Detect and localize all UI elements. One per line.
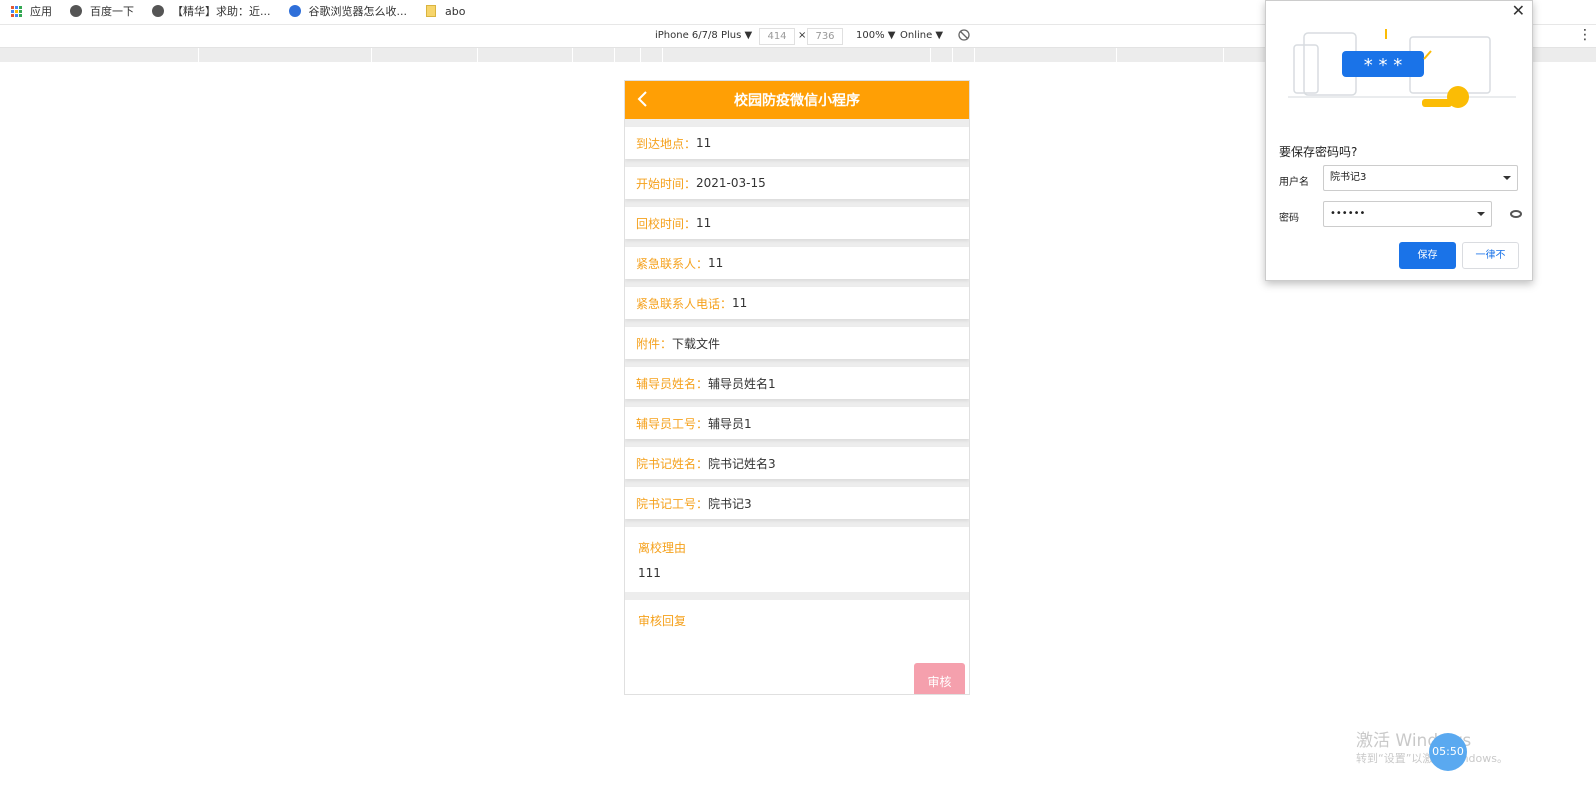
field-label: 到达地点：	[636, 136, 697, 151]
password-label: 密码	[1279, 213, 1299, 224]
chevron-left-icon[interactable]	[635, 89, 657, 111]
never-button[interactable]: 一律不	[1462, 242, 1519, 269]
bookmark-label: 谷歌浏览器怎么收...	[308, 5, 408, 18]
height-input[interactable]: 736	[807, 28, 843, 45]
chevron-down-icon[interactable]	[1477, 212, 1485, 216]
field-row: 紧急联系人： 11	[625, 247, 969, 279]
field-value: 院书记姓名3	[708, 456, 776, 471]
bookmark-chrome-tip[interactable]: 谷歌浏览器怎么收...	[288, 3, 408, 19]
mobile-viewport: 校园防疫微信小程序 到达地点： 11 开始时间： 2021-03-15 回校时间： 1…	[624, 80, 970, 695]
leave-reason-label: 离校理由	[638, 541, 687, 555]
audit-button[interactable]: 审核	[914, 663, 965, 694]
masked-text: * * *	[1364, 55, 1402, 76]
review-reply-section: 审核回复 审核	[625, 600, 969, 694]
chevron-down-icon[interactable]	[1503, 176, 1511, 180]
rotate-icon[interactable]	[957, 28, 971, 45]
field-value: 辅导员1	[708, 416, 752, 431]
bookmark-apps[interactable]: 应用	[10, 3, 52, 19]
page-title: 校园防疫微信小程序	[734, 93, 860, 109]
bookmark-label: abo	[445, 4, 466, 18]
field-value: 11	[708, 256, 724, 270]
field-value: 11	[696, 136, 712, 150]
more-options-icon[interactable]: ⋮	[1578, 27, 1592, 43]
bookmark-baidu[interactable]: 百度一下	[70, 3, 134, 19]
bookmark-abo[interactable]: abo	[425, 5, 465, 18]
username-label: 用户名	[1279, 177, 1309, 188]
password-field[interactable]: ••••••	[1323, 201, 1492, 227]
review-reply-label: 审核回复	[638, 614, 687, 628]
leave-reason-section: 离校理由 111	[625, 527, 969, 592]
username-field[interactable]: 院书记3	[1323, 165, 1518, 191]
field-label: 院书记工号：	[636, 496, 709, 511]
field-label: 院书记姓名：	[636, 456, 709, 471]
password-illustration: * * *	[1286, 13, 1518, 113]
field-label: 紧急联系人电话：	[636, 296, 733, 311]
bookmark-label: 应用	[30, 5, 52, 18]
globe-icon	[70, 5, 82, 17]
field-label: 辅导员姓名：	[636, 376, 709, 391]
field-row: 院书记姓名： 院书记姓名3	[625, 447, 969, 479]
network-select[interactable]: Online ▼	[900, 30, 943, 41]
field-label: 回校时间：	[636, 216, 697, 231]
username-value: 院书记3	[1330, 172, 1367, 183]
field-row: 紧急联系人电话： 11	[625, 287, 969, 319]
field-value: 2021-03-15	[696, 176, 766, 190]
eye-icon[interactable]	[1510, 210, 1522, 218]
field-label: 附件：	[636, 336, 673, 351]
globe-icon	[152, 5, 164, 17]
field-row: 回校时间： 11	[625, 207, 969, 239]
field-row: 辅导员工号： 辅导员1	[625, 407, 969, 439]
password-value: ••••••	[1330, 208, 1366, 219]
field-value: 11	[732, 296, 748, 310]
save-password-dialog: ✕ * * * 要保存密码吗? 用户名 院书记3 密码 •••••• 保存 一律…	[1265, 0, 1533, 281]
field-value: 辅导员姓名1	[708, 376, 776, 391]
bookmark-help[interactable]: 【精华】求助：近...	[152, 3, 271, 19]
clock-badge: 05:50	[1429, 733, 1467, 771]
save-button[interactable]: 保存	[1399, 242, 1456, 269]
field-value: 11	[696, 216, 712, 230]
folder-icon	[425, 5, 437, 17]
app-header: 校园防疫微信小程序	[625, 81, 969, 119]
field-label: 辅导员工号：	[636, 416, 709, 431]
width-input[interactable]: 414	[759, 28, 795, 45]
device-select[interactable]: iPhone 6/7/8 Plus ▼	[655, 30, 752, 41]
field-row-attachment: 附件： 下载文件	[625, 327, 969, 359]
field-row: 辅导员姓名： 辅导员姓名1	[625, 367, 969, 399]
leave-reason-value: 111	[638, 566, 661, 580]
dimension-separator: ×	[798, 30, 807, 41]
dialog-title: 要保存密码吗?	[1279, 145, 1358, 159]
download-file-link[interactable]: 下载文件	[672, 335, 720, 352]
field-row: 院书记工号： 院书记3	[625, 487, 969, 519]
zoom-select[interactable]: 100% ▼	[856, 30, 895, 41]
field-label: 开始时间：	[636, 176, 697, 191]
field-row: 到达地点： 11	[625, 127, 969, 159]
apps-grid-icon	[10, 5, 22, 17]
bookmark-label: 【精华】求助：近...	[172, 5, 271, 18]
baidu-paw-icon	[288, 5, 301, 17]
field-value: 院书记3	[708, 496, 752, 511]
field-label: 紧急联系人：	[636, 256, 709, 271]
bookmark-label: 百度一下	[90, 5, 134, 18]
field-row: 开始时间： 2021-03-15	[625, 167, 969, 199]
